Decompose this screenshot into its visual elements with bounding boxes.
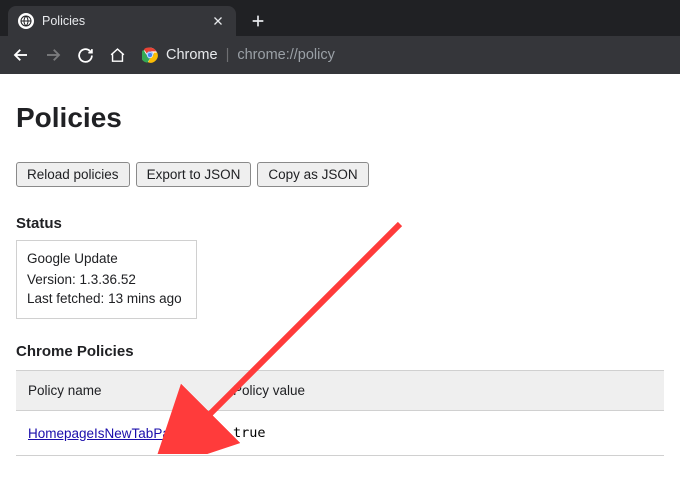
status-version: Version: 1.3.36.52 (27, 272, 182, 287)
chrome-policies-heading: Chrome Policies (16, 343, 664, 360)
site-label: Chrome (166, 47, 218, 63)
tab-title: Policies (42, 14, 210, 28)
table-header-row: Policy name Policy value (16, 371, 664, 411)
site-chip: Chrome (142, 47, 218, 63)
policy-name-link[interactable]: HomepageIsNewTabPage (28, 426, 199, 441)
policy-value-cell: true (221, 411, 664, 456)
close-icon[interactable] (210, 13, 226, 29)
page-title: Policies (16, 102, 664, 134)
back-button[interactable] (6, 40, 36, 70)
browser-chrome: Policies Chrome | chrome://policy (0, 0, 680, 74)
reload-button[interactable] (70, 40, 100, 70)
status-card-title: Google Update (27, 251, 182, 266)
globe-icon (18, 13, 34, 29)
col-policy-value: Policy value (221, 371, 664, 411)
col-policy-name: Policy name (16, 371, 221, 411)
copy-json-button[interactable]: Copy as JSON (257, 162, 368, 187)
policy-table: Policy name Policy value HomepageIsNewTa… (16, 370, 664, 456)
reload-policies-button[interactable]: Reload policies (16, 162, 130, 187)
omnibox-divider: | (226, 47, 230, 63)
page-content: Policies Reload policies Export to JSON … (0, 74, 680, 456)
status-card: Google Update Version: 1.3.36.52 Last fe… (16, 240, 197, 319)
table-row: HomepageIsNewTabPage true (16, 411, 664, 456)
forward-button[interactable] (38, 40, 68, 70)
address-bar[interactable]: Chrome | chrome://policy (142, 47, 674, 63)
new-tab-button[interactable] (244, 7, 272, 35)
url-path: chrome://policy (237, 47, 335, 63)
tab-strip: Policies (0, 0, 680, 36)
browser-tab[interactable]: Policies (8, 6, 236, 36)
toolbar: Chrome | chrome://policy (0, 36, 680, 74)
status-fetched: Last fetched: 13 mins ago (27, 291, 182, 306)
chrome-icon (142, 47, 158, 63)
export-json-button[interactable]: Export to JSON (136, 162, 252, 187)
status-heading: Status (16, 215, 664, 232)
external-link-icon (187, 427, 199, 439)
home-button[interactable] (102, 40, 132, 70)
action-buttons: Reload policies Export to JSON Copy as J… (16, 162, 664, 187)
